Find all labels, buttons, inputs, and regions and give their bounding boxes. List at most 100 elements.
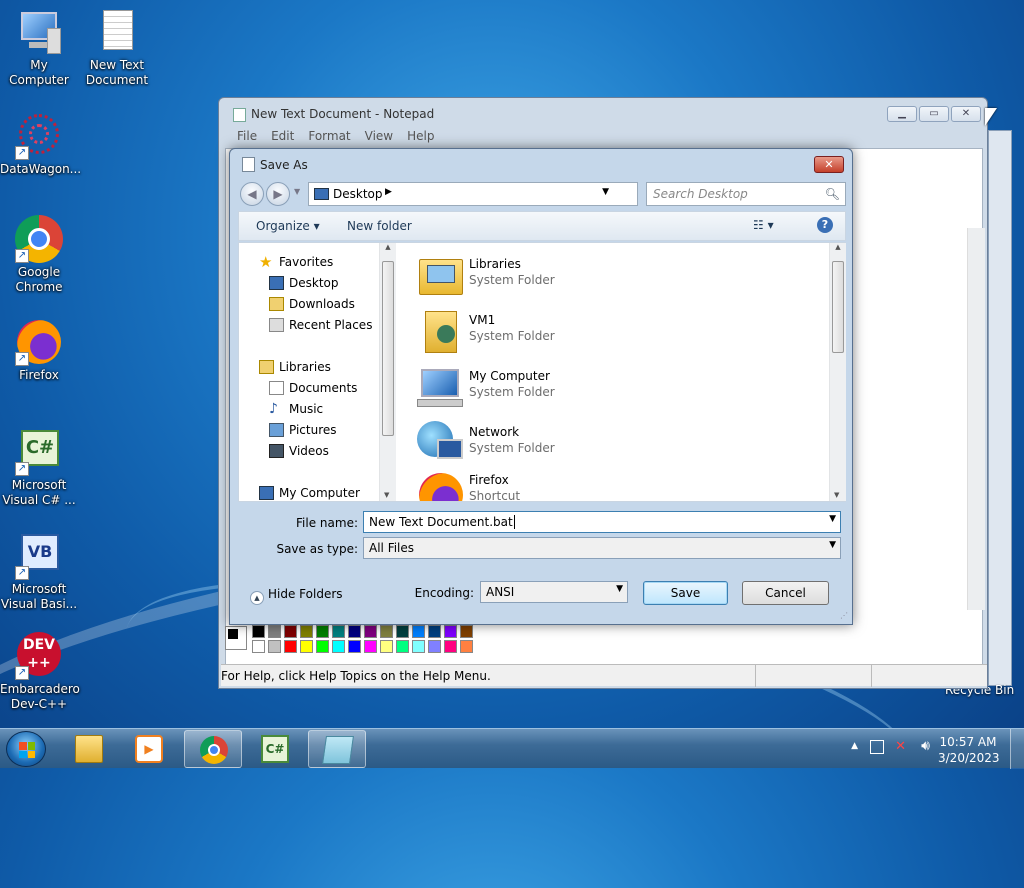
tree-item-favorites[interactable]: ★ Favorites [259,253,333,271]
desktop-icon-google-chrome[interactable]: ↗ Google Chrome [0,215,78,295]
palette-swatch[interactable] [428,625,441,638]
recent-pages-chevron-icon[interactable]: ▼ [294,187,300,196]
scroll-down-icon[interactable]: ▼ [834,491,839,499]
tree-item-libraries[interactable]: Libraries [259,358,331,376]
taskbar-media-player[interactable]: ▶ [120,730,178,768]
clock[interactable]: 10:57 AM 3/20/2023 [938,734,1000,766]
notepad-scrollbar[interactable] [967,228,985,610]
search-input[interactable]: Search Desktop 🔍︎ [646,182,846,206]
scroll-up-icon[interactable]: ▲ [380,243,396,251]
palette-swatch[interactable] [252,640,265,653]
palette-swatch[interactable] [316,625,329,638]
menu-edit[interactable]: Edit [269,129,302,143]
cancel-button[interactable]: Cancel [742,581,829,605]
palette-swatch[interactable] [444,640,457,653]
organize-button[interactable]: Organize ▾ [256,219,320,233]
new-folder-button[interactable]: New folder [347,219,412,233]
show-desktop-button[interactable] [1010,729,1024,769]
palette-swatch[interactable] [284,640,297,653]
tree-scrollbar[interactable]: ▲ ▼ [379,243,396,501]
scroll-down-icon[interactable]: ▼ [384,491,389,499]
breadcrumb-chevron-icon[interactable]: ▶ [385,187,392,197]
help-icon[interactable]: ? [817,217,833,233]
palette-swatch[interactable] [284,625,297,638]
menu-view[interactable]: View [363,129,401,143]
menu-help[interactable]: Help [405,129,442,143]
palette-swatch[interactable] [460,640,473,653]
view-options-icon[interactable]: ☷ ▾ [753,218,774,232]
save-as-type-select[interactable]: All Files ▼ [363,537,841,559]
tree-item-videos[interactable]: Videos [269,442,329,460]
palette-swatch[interactable] [412,640,425,653]
tree-item-documents[interactable]: Documents [269,379,357,397]
resize-grip-icon[interactable]: ⋰ [840,611,848,620]
hide-folders-button[interactable]: ▲ Hide Folders [250,587,343,605]
close-button[interactable]: ✕ [814,156,844,173]
scroll-up-icon[interactable]: ▲ [830,243,846,251]
file-list-scrollbar[interactable]: ▲ ▼ [829,243,846,501]
show-hidden-icons-icon[interactable]: ▲ [851,741,858,751]
desktop-icon-firefox[interactable]: ↗ Firefox [0,318,78,383]
file-item-libraries[interactable]: Libraries System Folder [417,249,617,301]
tree-item-downloads[interactable]: Downloads [269,295,355,313]
palette-swatch[interactable] [332,640,345,653]
close-button[interactable]: ✕ [951,106,981,122]
palette-swatch[interactable] [380,625,393,638]
save-button[interactable]: Save [643,581,728,605]
taskbar-explorer[interactable] [60,730,118,768]
tree-item-music[interactable]: ♪ Music [269,400,323,418]
palette-swatch[interactable] [428,640,441,653]
palette-swatch[interactable] [412,625,425,638]
palette-swatch[interactable] [460,625,473,638]
palette-swatch[interactable] [396,625,409,638]
desktop-icon-my-computer[interactable]: My Computer [0,8,78,88]
menu-file[interactable]: File [235,129,265,143]
volume-icon[interactable]: 🔊︎ [921,738,930,754]
maximize-button[interactable]: ▭ [919,106,949,122]
chevron-down-icon[interactable]: ▼ [829,540,836,550]
taskbar-notepad[interactable] [308,730,366,768]
file-item-firefox[interactable]: Firefox Shortcut [417,465,617,501]
palette-swatch[interactable] [316,640,329,653]
palette-swatch[interactable] [268,640,281,653]
network-disconnected-icon[interactable]: ✕ [895,739,906,754]
forward-button[interactable]: ▶ [266,182,290,206]
tree-item-desktop[interactable]: Desktop [269,274,339,292]
palette-swatch[interactable] [364,625,377,638]
scrollbar-thumb[interactable] [832,261,844,353]
search-icon[interactable]: 🔍︎ [825,187,840,201]
tree-item-recent-places[interactable]: Recent Places [269,316,372,334]
palette-swatch[interactable] [380,640,393,653]
palette-swatch[interactable] [444,625,457,638]
chevron-down-icon[interactable]: ▼ [829,514,836,524]
taskbar-visual-csharp[interactable]: C# [246,730,304,768]
file-item-my-computer[interactable]: My Computer System Folder [417,361,617,413]
palette-swatch[interactable] [300,625,313,638]
encoding-select[interactable]: ANSI ▼ [480,581,628,603]
palette-swatch[interactable] [252,625,265,638]
taskbar-chrome[interactable] [184,730,242,768]
palette-swatch[interactable] [348,625,361,638]
tree-item-my-computer[interactable]: My Computer [259,484,360,501]
scrollbar-thumb[interactable] [382,261,394,436]
back-button[interactable]: ◀ [240,182,264,206]
palette-swatch[interactable] [300,640,313,653]
desktop-icon-visual-basic[interactable]: VB ↗ Microsoft Visual Basi... [0,532,78,612]
address-bar[interactable]: Desktop ▶ ▼ ⟳ [308,182,703,206]
palette-swatch[interactable] [396,640,409,653]
file-item-vm1[interactable]: VM1 System Folder [417,305,617,357]
start-button[interactable] [6,731,46,767]
chevron-down-icon[interactable]: ▼ [616,584,623,594]
file-name-input[interactable]: New Text Document.bat ▼ [363,511,841,533]
menu-format[interactable]: Format [306,129,358,143]
tree-item-pictures[interactable]: Pictures [269,421,337,439]
minimize-button[interactable]: ▁ [887,106,917,122]
action-center-icon[interactable] [870,740,884,754]
palette-swatch[interactable] [268,625,281,638]
desktop-icon-visual-csharp[interactable]: C# ↗ Microsoft Visual C# ... [0,428,78,508]
file-item-network[interactable]: Network System Folder [417,417,617,469]
palette-swatch[interactable] [364,640,377,653]
desktop-icon-new-text-document[interactable]: New Text Document [78,8,156,88]
desktop-icon-devcpp[interactable]: DEV ++ ↗ Embarcadero Dev-C++ [0,632,80,712]
chevron-down-icon[interactable]: ▼ [602,187,609,197]
